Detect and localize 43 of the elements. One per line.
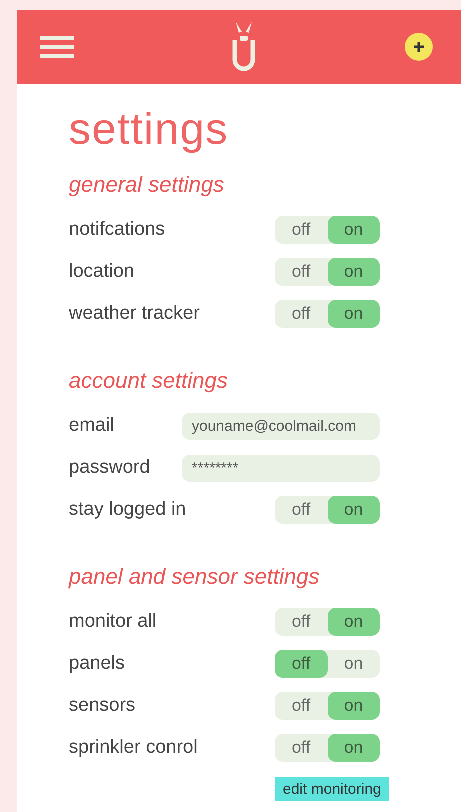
on-off-toggle[interactable]: off on bbox=[275, 734, 380, 762]
input-field[interactable]: youname@coolmail.com bbox=[182, 412, 380, 440]
off-option[interactable]: off bbox=[275, 300, 328, 328]
on-option[interactable]: on bbox=[328, 216, 380, 244]
off-option[interactable]: off bbox=[275, 692, 328, 720]
on-option[interactable]: on bbox=[328, 734, 380, 762]
off-option[interactable]: off bbox=[275, 608, 328, 636]
off-option[interactable]: off bbox=[275, 650, 328, 678]
menu-icon[interactable] bbox=[40, 36, 74, 58]
setting-label: password bbox=[69, 457, 150, 479]
on-off-toggle[interactable]: off on bbox=[275, 692, 380, 720]
edit-monitoring-button[interactable]: edit monitoring bbox=[275, 777, 390, 801]
section-heading: general settings bbox=[69, 171, 226, 199]
setting-label: stay logged in bbox=[69, 499, 186, 521]
on-option[interactable]: on bbox=[328, 258, 380, 286]
section-heading: account settings bbox=[69, 367, 229, 395]
on-off-toggle[interactable]: off on bbox=[275, 300, 380, 328]
setting-label: email bbox=[69, 415, 114, 437]
setting-label: location bbox=[69, 261, 134, 283]
section-heading: panel and sensor settings bbox=[69, 563, 321, 591]
on-off-toggle[interactable]: off on bbox=[275, 216, 380, 244]
setting-label: weather tracker bbox=[69, 303, 200, 325]
off-option[interactable]: off bbox=[275, 496, 328, 524]
page-title: settings bbox=[69, 104, 230, 156]
on-off-toggle[interactable]: off on bbox=[275, 496, 380, 524]
off-option[interactable]: off bbox=[275, 216, 328, 244]
on-option[interactable]: on bbox=[328, 692, 380, 720]
add-icon[interactable] bbox=[405, 33, 433, 61]
on-option[interactable]: on bbox=[328, 496, 380, 524]
setting-label: sprinkler conrol bbox=[69, 737, 198, 759]
on-off-toggle[interactable]: off on bbox=[275, 258, 380, 286]
off-option[interactable]: off bbox=[275, 258, 328, 286]
on-option[interactable]: on bbox=[328, 650, 380, 678]
off-option[interactable]: off bbox=[275, 734, 328, 762]
on-option[interactable]: on bbox=[328, 608, 380, 636]
setting-label: monitor all bbox=[69, 611, 157, 633]
setting-label: panels bbox=[69, 653, 125, 675]
on-option[interactable]: on bbox=[328, 300, 380, 328]
input-field[interactable]: ******** bbox=[182, 454, 380, 482]
on-off-toggle[interactable]: off on bbox=[275, 608, 380, 636]
setting-label: notifcations bbox=[69, 219, 166, 241]
on-off-toggle[interactable]: off on bbox=[275, 650, 380, 678]
setting-label: sensors bbox=[69, 695, 136, 717]
